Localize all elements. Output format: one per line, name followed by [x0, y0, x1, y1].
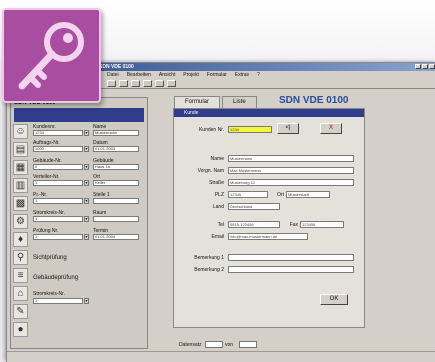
- ort-label: Ort: [277, 192, 284, 198]
- gear-icon[interactable]: ⚙: [13, 214, 28, 229]
- tel-field[interactable]: 0815-123456: [228, 221, 280, 228]
- ort-input[interactable]: Keller: [93, 180, 139, 186]
- bemerkung2-field[interactable]: [228, 266, 354, 273]
- toolbar-button[interactable]: [119, 80, 128, 87]
- user-icon[interactable]: ☺: [13, 124, 28, 139]
- toolbar-button[interactable]: [155, 80, 164, 87]
- datum-input[interactable]: 01.01.2003: [93, 146, 139, 152]
- navigate-button[interactable]: <|: [277, 123, 299, 134]
- tab-formular[interactable]: Formular: [174, 96, 221, 108]
- close-button[interactable]: [429, 64, 435, 69]
- tool-icon[interactable]: ✎: [13, 304, 28, 319]
- menu-item[interactable]: Projekt: [183, 71, 199, 79]
- gebaeudepruefung-link[interactable]: Gebäudeprüfung: [33, 275, 78, 281]
- pruefung-input[interactable]: 1: [33, 234, 83, 240]
- folder-icon[interactable]: ▤: [13, 142, 28, 157]
- strasse-field[interactable]: Musterweg 12: [228, 179, 354, 186]
- close-form-button[interactable]: X: [320, 123, 342, 134]
- field-label: Email: [211, 234, 224, 240]
- fax-field[interactable]: 123456: [300, 221, 344, 228]
- dropdown-button[interactable]: ▾: [84, 198, 89, 204]
- name-input[interactable]: Mustermann: [93, 130, 139, 136]
- minimize-button[interactable]: [415, 64, 421, 69]
- plz-field[interactable]: 12345: [228, 191, 268, 198]
- fax-label: Fax: [289, 222, 298, 228]
- record-count[interactable]: [205, 341, 223, 348]
- field-label: PLZ: [214, 192, 224, 198]
- gebaeude-input[interactable]: Haus 1a: [93, 164, 139, 170]
- left-panel: SDN VDE 0100 ☺ ▤ ▦ ▥ ▩ ⚙ ♦ ⚲ ≡ ⌂ ✎ ● Kun…: [10, 97, 148, 349]
- form-title: Kunde: [174, 109, 364, 117]
- toolbar-button[interactable]: [131, 80, 140, 87]
- field-label: Vorgn. Nam: [197, 168, 224, 174]
- menu-item[interactable]: Datei: [107, 71, 119, 79]
- bemerkung1-field[interactable]: [228, 254, 354, 261]
- menu-item[interactable]: Extras: [235, 71, 249, 79]
- bulb-icon[interactable]: ♦: [13, 232, 28, 247]
- layers-icon[interactable]: ≡: [13, 268, 28, 283]
- stelle-input[interactable]: [93, 198, 139, 204]
- dropdown-button[interactable]: ▾: [84, 216, 89, 222]
- record-of-label: von: [225, 342, 234, 348]
- dropdown-button[interactable]: ▾: [84, 180, 89, 186]
- stromkreis-label: Stromkreis-Nr.: [33, 291, 65, 297]
- window-title: SDN VDE 0100: [99, 64, 134, 70]
- menu-item[interactable]: ?: [257, 71, 260, 79]
- email-field[interactable]: info@max-mustermann.de: [228, 233, 308, 240]
- stromkreis-input[interactable]: 1: [33, 216, 83, 222]
- dropdown-button[interactable]: ▾: [84, 164, 89, 170]
- book-icon[interactable]: ▥: [13, 178, 28, 193]
- ort-field[interactable]: Musterstadt: [286, 191, 330, 198]
- raum-input[interactable]: [93, 216, 139, 222]
- ok-button[interactable]: OK: [320, 294, 348, 305]
- termin-input[interactable]: 01.01.2004: [93, 234, 139, 240]
- search-icon[interactable]: ⚲: [13, 250, 28, 265]
- record-total: [239, 341, 257, 348]
- tab-strip: Formular Liste: [174, 96, 257, 108]
- field-label: Land: [212, 204, 224, 210]
- field-label: Tel: [217, 222, 224, 228]
- gebaeude-nr-input[interactable]: 0: [33, 164, 83, 170]
- calendar-icon[interactable]: ▩: [13, 196, 28, 211]
- kundennr-input[interactable]: 1234: [33, 130, 83, 136]
- dropdown-button[interactable]: ▾: [84, 146, 89, 152]
- land-field[interactable]: Deutschland: [228, 203, 280, 210]
- key-icon-svg: [18, 22, 84, 90]
- toolbar-button[interactable]: [143, 80, 152, 87]
- field-label: Straße: [208, 180, 224, 186]
- customer-form: Kunde Kunden Nr. 1234 <| X Name Musterma…: [173, 108, 365, 328]
- house-icon[interactable]: ⌂: [13, 286, 28, 301]
- app-window: SDN VDE 0100 Datei Bearbeiten Ansicht Pr…: [6, 62, 435, 362]
- pr-nr-input[interactable]: 1: [33, 198, 83, 204]
- toolbar-button[interactable]: [107, 80, 116, 87]
- key-icon: [2, 8, 101, 103]
- toolbar-button[interactable]: [167, 80, 176, 87]
- sichtpruefung-link[interactable]: Sichtprüfung: [33, 255, 67, 261]
- menu-item[interactable]: Ansicht: [159, 71, 175, 79]
- header-text: SDN VDE 0100: [279, 95, 349, 106]
- dropdown-button[interactable]: ▾: [84, 298, 89, 304]
- kundennr-field[interactable]: 1234: [228, 126, 272, 133]
- status-bar: [7, 351, 435, 362]
- vorname-field[interactable]: Max Mustermann: [228, 167, 354, 174]
- auftrag-input[interactable]: 1000: [33, 146, 83, 152]
- verteiler-input[interactable]: 1: [33, 180, 83, 186]
- menu-item[interactable]: Bearbeiten: [127, 71, 151, 79]
- dropdown-button[interactable]: ▾: [84, 130, 89, 136]
- stromkreis-nr-input[interactable]: 1: [33, 298, 83, 304]
- field-label: Bemerkung 1: [194, 255, 224, 261]
- field-label: Bemerkung 2: [194, 267, 224, 273]
- tab-liste[interactable]: Liste: [222, 96, 257, 108]
- building-icon[interactable]: ▦: [13, 160, 28, 175]
- maximize-button[interactable]: [422, 64, 428, 69]
- kundennr-label: Kunden Nr.: [198, 127, 224, 133]
- field-label: Name: [210, 156, 224, 162]
- dropdown-button[interactable]: ▾: [84, 234, 89, 240]
- camera-icon[interactable]: ●: [13, 322, 28, 337]
- record-label: Datensatz: [179, 342, 202, 348]
- name-field[interactable]: Mustermann: [228, 155, 354, 162]
- menu-item[interactable]: Formular: [207, 71, 227, 79]
- left-panel-header: [14, 108, 144, 122]
